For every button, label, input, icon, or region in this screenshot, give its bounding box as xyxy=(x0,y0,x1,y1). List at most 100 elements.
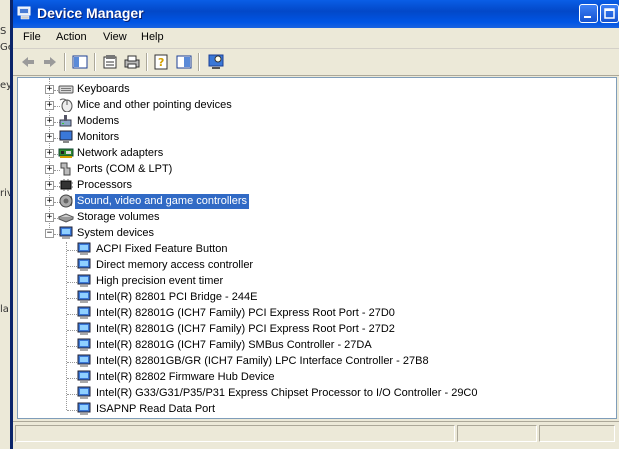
expand-icon[interactable]: + xyxy=(45,133,54,142)
tree-item-system-device[interactable]: High precision event timer xyxy=(18,274,608,290)
tree-item-label: Ports (COM & LPT) xyxy=(77,163,173,175)
tree-item-label: Monitors xyxy=(77,131,120,143)
system-device-icon xyxy=(77,274,91,287)
maximize-button[interactable] xyxy=(600,4,619,23)
tree-item-modems[interactable]: + Modems xyxy=(18,114,578,130)
show-hide-tree-icon xyxy=(72,55,88,69)
expand-icon[interactable]: + xyxy=(45,165,54,174)
system-device-icon xyxy=(77,354,91,367)
tree-item-system-device[interactable]: Intel(R) 82801G (ICH7 Family) SMBus Cont… xyxy=(18,338,608,354)
tree-item-storage-volumes[interactable]: + Storage volumes xyxy=(18,210,578,226)
tree-item-label: Modems xyxy=(77,115,120,127)
expand-icon[interactable]: + xyxy=(45,181,54,190)
back-icon xyxy=(22,57,34,67)
tree-item-system-device[interactable]: Intel(R) 82801GB/GR (ICH7 Family) LPC In… xyxy=(18,354,608,370)
collapse-icon[interactable]: − xyxy=(45,229,54,238)
status-pane-main xyxy=(15,425,455,442)
system-device-icon xyxy=(77,258,91,271)
forward-button[interactable] xyxy=(41,53,59,71)
port-icon xyxy=(60,162,71,176)
system-device-icon xyxy=(77,370,91,383)
tree-item-label: Intel(R) 82801G (ICH7 Family) PCI Expres… xyxy=(96,323,395,335)
properties-button[interactable] xyxy=(101,53,119,71)
help-button[interactable]: ? xyxy=(153,53,171,71)
show-hide-tree-button[interactable] xyxy=(71,53,89,71)
svg-text:?: ? xyxy=(158,56,164,69)
tree-item-processors[interactable]: + Processors xyxy=(18,178,578,194)
tree-item-ports[interactable]: + Ports (COM & LPT) xyxy=(18,162,578,178)
menu-view[interactable]: View xyxy=(103,31,127,43)
scan-hardware-icon xyxy=(208,54,224,69)
toolbar-separator xyxy=(64,53,66,71)
system-device-icon xyxy=(77,306,91,319)
scan-hardware-button[interactable] xyxy=(207,53,225,71)
tree-item-label: High precision event timer xyxy=(96,275,224,287)
status-pane xyxy=(457,425,537,442)
tree-item-system-device[interactable]: Intel(R) 82801 PCI Bridge - 244E xyxy=(18,290,608,306)
print-button[interactable] xyxy=(123,53,141,71)
tree-item-network-adapters[interactable]: + Network adapters xyxy=(18,146,578,162)
tree-item-system-device[interactable]: Intel(R) 82801G (ICH7 Family) PCI Expres… xyxy=(18,322,608,338)
properties-icon xyxy=(103,55,117,69)
tree-item-system-device[interactable]: ACPI Fixed Feature Button xyxy=(18,242,608,258)
menu-help[interactable]: Help xyxy=(141,31,164,43)
toolbar-separator xyxy=(198,53,200,71)
system-device-icon xyxy=(77,402,91,415)
help-icon: ? xyxy=(154,54,168,70)
expand-icon[interactable]: + xyxy=(45,85,54,94)
device-tree[interactable]: + Keyboards + Mice and other pointing de… xyxy=(17,77,617,419)
tree-item-label: Intel(R) 82801 PCI Bridge - 244E xyxy=(96,291,258,303)
system-device-icon xyxy=(77,338,91,351)
expand-icon[interactable]: + xyxy=(45,213,54,222)
tree-item-system-device[interactable]: Intel(R) 82802 Firmware Hub Device xyxy=(18,370,608,386)
storage-icon xyxy=(58,213,74,223)
tree-item-keyboards[interactable]: + Keyboards xyxy=(18,82,578,98)
expand-icon[interactable]: + xyxy=(45,117,54,126)
status-pane xyxy=(539,425,615,442)
tree-item-system-device[interactable]: ISAPNP Read Data Port xyxy=(18,402,608,418)
network-adapter-icon xyxy=(58,148,74,158)
title-bar[interactable]: Device Manager xyxy=(13,0,619,28)
system-device-icon xyxy=(77,322,91,335)
device-manager-window: Device Manager File Action View Help ? +… xyxy=(10,0,619,449)
tree-item-sound-video-game[interactable]: + Sound, video and game controllers xyxy=(18,194,578,210)
tree-item-label: Intel(R) 82801G (ICH7 Family) PCI Expres… xyxy=(96,307,395,319)
tree-item-system-device[interactable]: Intel(R) 82801G (ICH7 Family) PCI Expres… xyxy=(18,306,608,322)
processor-icon xyxy=(59,179,73,191)
monitor-icon xyxy=(59,130,73,143)
forward-icon xyxy=(44,57,56,67)
tree-item-label: Intel(R) 82801GB/GR (ICH7 Family) LPC In… xyxy=(96,355,429,367)
toolbar: ? xyxy=(13,49,619,76)
status-bar xyxy=(13,421,619,446)
expand-icon[interactable]: + xyxy=(45,101,54,110)
window-title: Device Manager xyxy=(37,5,144,21)
tree-item-label: Intel(R) G33/G31/P35/P31 Express Chipset… xyxy=(96,387,478,399)
tree-item-label: Processors xyxy=(77,179,133,191)
tree-item-label: Storage volumes xyxy=(77,211,160,223)
tree-item-label: System devices xyxy=(77,227,155,239)
system-device-icon xyxy=(77,290,91,303)
keyboard-icon xyxy=(58,85,74,94)
toolbar-separator xyxy=(146,53,148,71)
sound-icon xyxy=(59,194,73,208)
expand-icon[interactable]: + xyxy=(45,149,54,158)
tree-item-label: Network adapters xyxy=(77,147,164,159)
tree-item-system-device[interactable]: Direct memory access controller xyxy=(18,258,608,274)
console-tree-button[interactable] xyxy=(175,53,193,71)
mouse-icon xyxy=(59,98,73,112)
tree-item-monitors[interactable]: + Monitors xyxy=(18,130,578,146)
minimize-button[interactable] xyxy=(579,4,598,23)
menu-action[interactable]: Action xyxy=(56,31,87,43)
console-tree-icon xyxy=(176,55,192,69)
expand-icon[interactable]: + xyxy=(45,197,54,206)
back-button[interactable] xyxy=(19,53,37,71)
print-icon xyxy=(124,55,140,69)
tree-item-system-device[interactable]: Intel(R) G33/G31/P35/P31 Express Chipset… xyxy=(18,386,608,402)
tree-item-mice[interactable]: + Mice and other pointing devices xyxy=(18,98,578,114)
menu-file[interactable]: File xyxy=(23,31,41,43)
tree-item-label: Keyboards xyxy=(77,83,130,95)
tree-item-label: ACPI Fixed Feature Button xyxy=(96,243,228,255)
tree-item-label: Intel(R) 82801G (ICH7 Family) SMBus Cont… xyxy=(96,339,372,351)
tree-item-system-devices[interactable]: − System devices xyxy=(18,226,578,242)
system-device-icon xyxy=(77,386,91,399)
